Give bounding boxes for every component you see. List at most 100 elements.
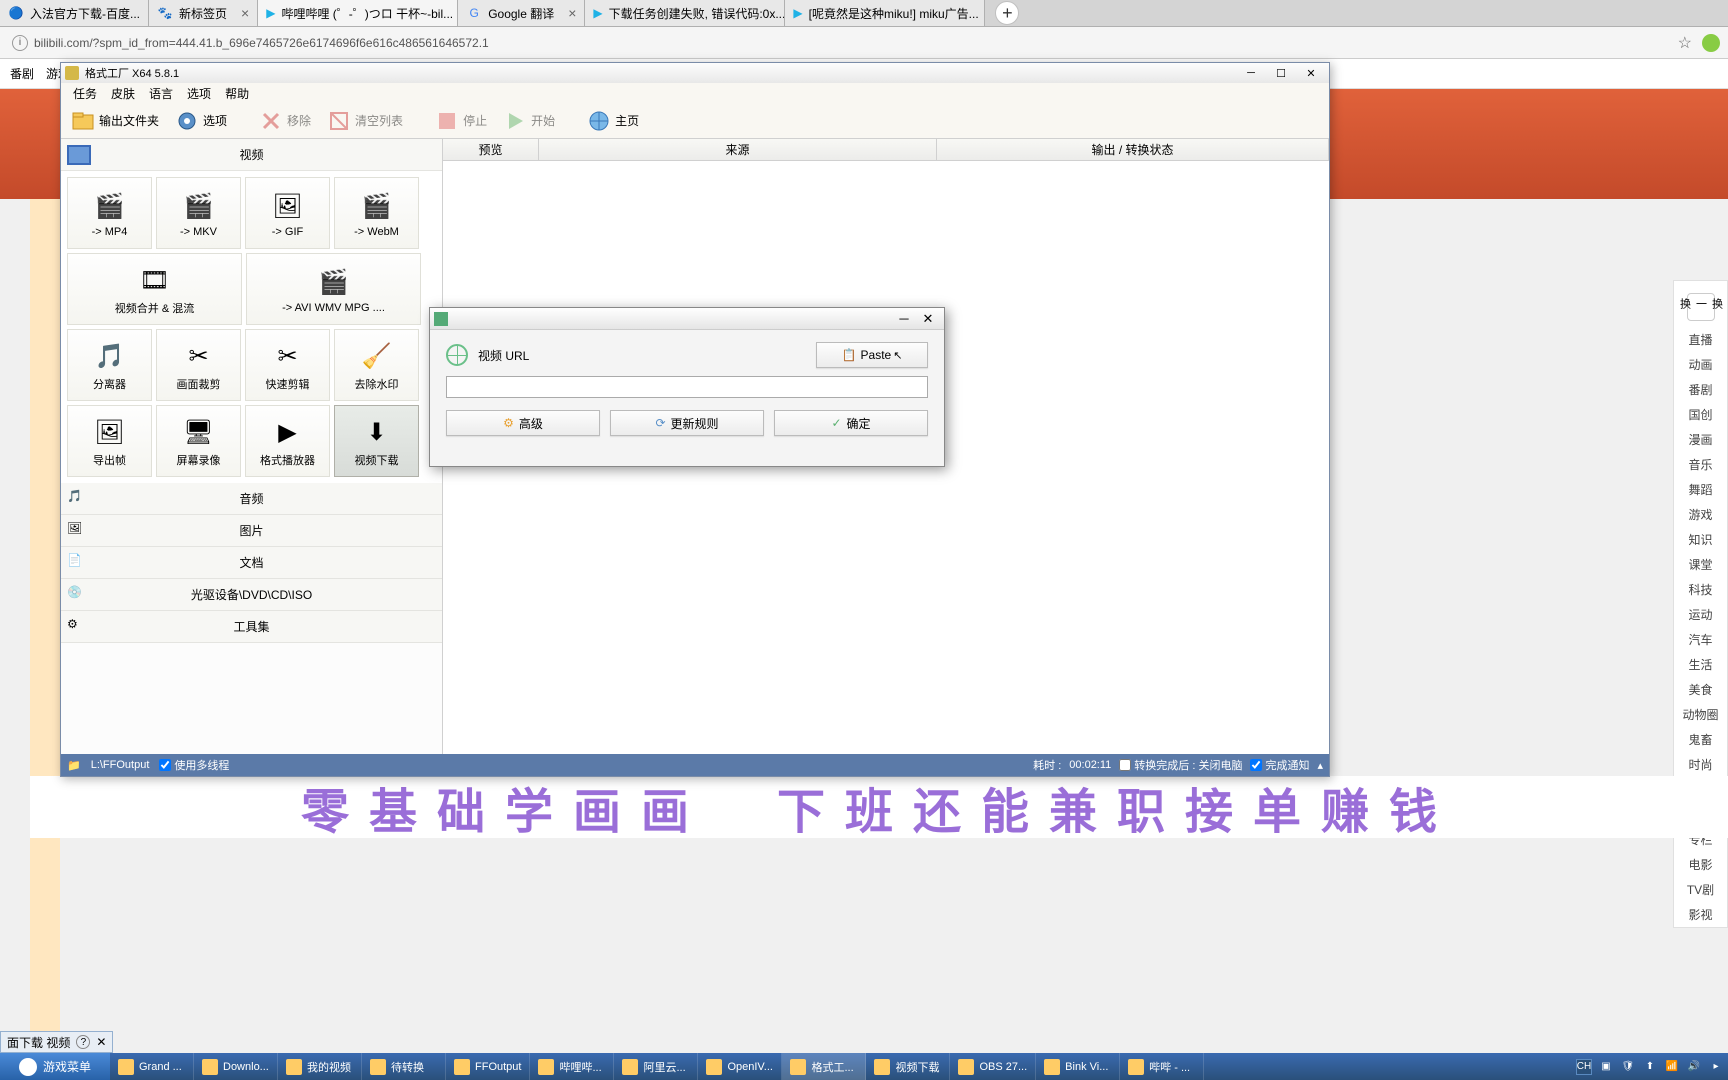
menu-task[interactable]: 任务 [67,83,103,104]
category-tools[interactable]: ⚙工具集 [61,611,442,643]
extension-icon[interactable] [1702,34,1720,52]
paste-button[interactable]: 📋 Paste ↖ [816,342,928,368]
taskbar-item[interactable]: 哔哩哔... [530,1053,614,1080]
nav-item[interactable]: 番剧 [4,65,40,82]
format-tile[interactable]: 🖼-> GIF [245,177,330,249]
browser-tab[interactable]: 🐾新标签页× [149,0,258,26]
side-nav-item[interactable]: 游戏 [1674,502,1727,527]
remove-button[interactable]: 移除 [253,107,317,135]
new-tab-button[interactable]: + [995,1,1019,25]
notify-checkbox[interactable]: 完成通知 [1250,757,1309,773]
side-nav-item[interactable]: 漫画 [1674,427,1727,452]
lang-indicator[interactable]: CH [1576,1059,1592,1075]
col-preview[interactable]: 预览 [443,139,539,160]
format-tile[interactable]: ⬇视频下载 [334,405,419,477]
menu-help[interactable]: 帮助 [219,83,255,104]
side-nav-item[interactable]: 知识 [1674,527,1727,552]
home-button[interactable]: 主页 [581,107,645,135]
format-tile[interactable]: ✂快速剪辑 [245,329,330,401]
side-nav-item[interactable]: 音乐 [1674,452,1727,477]
format-tile[interactable]: 🎬-> MP4 [67,177,152,249]
start-button[interactable]: 游戏菜单 [0,1053,110,1080]
side-nav-item[interactable]: 生活 [1674,652,1727,677]
clear-list-button[interactable]: 清空列表 [321,107,409,135]
format-tile[interactable]: 🖼导出帧 [67,405,152,477]
tray-icon[interactable]: 📶 [1664,1059,1680,1075]
volume-icon[interactable]: 🔊 [1686,1059,1702,1075]
start-button[interactable]: 开始 [497,107,561,135]
minimize-button[interactable]: ─ [1237,65,1265,81]
side-nav-item[interactable]: 汽车 [1674,627,1727,652]
taskbar-item[interactable]: OBS 27... [950,1053,1036,1080]
taskbar-item[interactable]: 我的视频 [278,1053,362,1080]
menu-options[interactable]: 选项 [181,83,217,104]
browser-tab[interactable]: ▶哔哩哔哩 (゜-゜)つロ 干杯~-bil...× [258,0,458,26]
ok-button[interactable]: ✓确定 [774,410,928,436]
window-titlebar[interactable]: 格式工厂 X64 5.8.1 ─ ☐ ✕ [61,63,1329,83]
shutdown-checkbox[interactable]: 转换完成后 : 关闭电脑 [1119,757,1242,773]
ad-banner[interactable]: 零基础学画画 下班还能兼职接单赚钱 [30,776,1728,838]
maximize-button[interactable]: ☐ [1267,65,1295,81]
side-nav-item[interactable]: 课堂 [1674,552,1727,577]
side-nav-item[interactable]: 科技 [1674,577,1727,602]
browser-tab[interactable]: GGoogle 翻译× [458,0,585,26]
col-output[interactable]: 输出 / 转换状态 [937,139,1329,160]
dialog-close-button[interactable]: ✕ [916,311,940,327]
options-button[interactable]: 选项 [169,107,233,135]
menu-language[interactable]: 语言 [143,83,179,104]
format-tile[interactable]: 🎬-> MKV [156,177,241,249]
url-field[interactable]: i bilibili.com/?spm_id_from=444.41.b_696… [8,31,1668,55]
side-nav-item[interactable]: 国创 [1674,402,1727,427]
tray-icon[interactable]: ▣ [1598,1059,1614,1075]
expand-icon[interactable]: ▴ [1317,759,1323,772]
stop-button[interactable]: 停止 [429,107,493,135]
tray-icon[interactable]: 🛡 [1620,1059,1636,1075]
browser-tab[interactable]: ▶[呢竟然是这种miku!] miku广告...× [785,0,985,26]
side-nav-item[interactable]: 舞蹈 [1674,477,1727,502]
format-tile[interactable]: 🧹去除水印 [334,329,419,401]
side-nav-item[interactable]: 直播 [1674,327,1727,352]
side-nav-item[interactable]: TV剧 [1674,877,1727,902]
taskbar-item[interactable]: FFOutput [446,1053,530,1080]
menu-skin[interactable]: 皮肤 [105,83,141,104]
taskbar-item[interactable]: 哔哔 - ... [1120,1053,1204,1080]
category-video[interactable]: 视频 [61,139,442,171]
output-folder-button[interactable]: 输出文件夹 [65,107,165,135]
output-path[interactable]: L:\FFOutput [91,759,150,771]
dialog-titlebar[interactable]: ─ ✕ [430,308,944,330]
taskbar-item[interactable]: 待转换 [362,1053,446,1080]
refresh-toggle-button[interactable]: 换一换 [1687,293,1715,321]
dialog-minimize-button[interactable]: ─ [892,311,916,327]
category-audio[interactable]: 🎵音频 [61,483,442,515]
side-nav-item[interactable]: 动物圈 [1674,702,1727,727]
close-icon[interactable]: ✕ [96,1035,106,1049]
format-tile[interactable]: ▶格式播放器 [245,405,330,477]
refresh-rules-button[interactable]: ⟳更新规则 [610,410,764,436]
side-nav-item[interactable]: 影视 [1674,902,1727,927]
multithread-checkbox[interactable]: 使用多线程 [159,757,229,773]
close-tab-icon[interactable]: × [241,5,249,21]
close-button[interactable]: ✕ [1297,65,1325,81]
side-nav-item[interactable]: 美食 [1674,677,1727,702]
category-document[interactable]: 📄文档 [61,547,442,579]
col-source[interactable]: 来源 [539,139,937,160]
browser-tab[interactable]: ▶下载任务创建失败, 错误代码:0x...× [585,0,785,26]
taskbar-item[interactable]: OpenIV... [698,1053,782,1080]
download-blocker-bar[interactable]: 面下载 视频 ? ✕ [0,1031,113,1053]
bookmark-star-icon[interactable]: ☆ [1678,33,1692,53]
side-nav-item[interactable]: 时尚 [1674,752,1727,777]
format-tile[interactable]: ✂画面裁剪 [156,329,241,401]
url-input[interactable] [446,376,928,398]
format-tile[interactable]: 🎞视频合并 & 混流 [67,253,242,325]
site-info-icon[interactable]: i [12,35,28,51]
close-tab-icon[interactable]: × [568,5,576,21]
help-icon[interactable]: ? [76,1035,90,1049]
side-nav-item[interactable]: 鬼畜 [1674,727,1727,752]
side-nav-item[interactable]: 电影 [1674,852,1727,877]
taskbar-item[interactable]: 视频下载 [866,1053,950,1080]
category-disc[interactable]: 💿光驱设备\DVD\CD\ISO [61,579,442,611]
taskbar-item[interactable]: Downlo... [194,1053,278,1080]
format-tile[interactable]: 🎵分离器 [67,329,152,401]
browser-tab[interactable]: 🔵入法官方下载-百度... [0,0,149,26]
category-picture[interactable]: 🖼图片 [61,515,442,547]
